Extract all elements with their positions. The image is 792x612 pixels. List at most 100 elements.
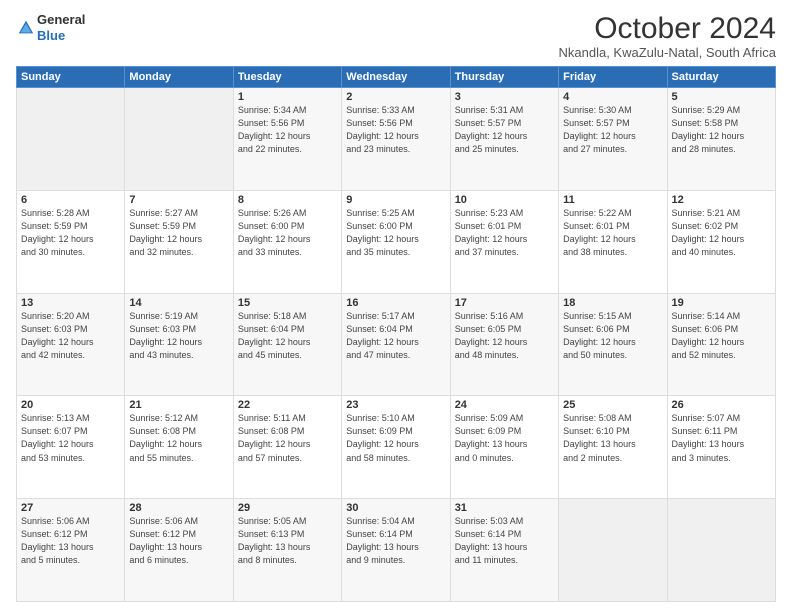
- day-detail: Sunrise: 5:33 AM Sunset: 5:56 PM Dayligh…: [346, 104, 445, 156]
- calendar-day-cell: 10Sunrise: 5:23 AM Sunset: 6:01 PM Dayli…: [450, 190, 558, 293]
- day-number: 16: [346, 297, 445, 309]
- day-detail: Sunrise: 5:20 AM Sunset: 6:03 PM Dayligh…: [21, 310, 120, 362]
- calendar-week-row: 20Sunrise: 5:13 AM Sunset: 6:07 PM Dayli…: [17, 396, 776, 499]
- calendar-day-cell: 23Sunrise: 5:10 AM Sunset: 6:09 PM Dayli…: [342, 396, 450, 499]
- day-number: 21: [129, 399, 228, 411]
- day-detail: Sunrise: 5:23 AM Sunset: 6:01 PM Dayligh…: [455, 207, 554, 259]
- header-day: Saturday: [667, 67, 775, 88]
- title-block: October 2024 Nkandla, KwaZulu-Natal, Sou…: [559, 12, 777, 60]
- day-detail: Sunrise: 5:30 AM Sunset: 5:57 PM Dayligh…: [563, 104, 662, 156]
- day-number: 7: [129, 194, 228, 206]
- day-number: 17: [455, 297, 554, 309]
- calendar-day-cell: 16Sunrise: 5:17 AM Sunset: 6:04 PM Dayli…: [342, 293, 450, 396]
- calendar-day-cell: 26Sunrise: 5:07 AM Sunset: 6:11 PM Dayli…: [667, 396, 775, 499]
- calendar-week-row: 13Sunrise: 5:20 AM Sunset: 6:03 PM Dayli…: [17, 293, 776, 396]
- calendar-day-cell: [17, 88, 125, 191]
- day-detail: Sunrise: 5:16 AM Sunset: 6:05 PM Dayligh…: [455, 310, 554, 362]
- day-number: 4: [563, 91, 662, 103]
- day-number: 5: [672, 91, 771, 103]
- header-day: Monday: [125, 67, 233, 88]
- calendar-day-cell: 17Sunrise: 5:16 AM Sunset: 6:05 PM Dayli…: [450, 293, 558, 396]
- calendar-day-cell: 25Sunrise: 5:08 AM Sunset: 6:10 PM Dayli…: [559, 396, 667, 499]
- calendar-week-row: 27Sunrise: 5:06 AM Sunset: 6:12 PM Dayli…: [17, 499, 776, 602]
- calendar-day-cell: 31Sunrise: 5:03 AM Sunset: 6:14 PM Dayli…: [450, 499, 558, 602]
- calendar-day-cell: 19Sunrise: 5:14 AM Sunset: 6:06 PM Dayli…: [667, 293, 775, 396]
- day-number: 9: [346, 194, 445, 206]
- day-detail: Sunrise: 5:14 AM Sunset: 6:06 PM Dayligh…: [672, 310, 771, 362]
- header-day: Wednesday: [342, 67, 450, 88]
- day-number: 24: [455, 399, 554, 411]
- day-detail: Sunrise: 5:06 AM Sunset: 6:12 PM Dayligh…: [21, 515, 120, 567]
- calendar-day-cell: 24Sunrise: 5:09 AM Sunset: 6:09 PM Dayli…: [450, 396, 558, 499]
- day-detail: Sunrise: 5:11 AM Sunset: 6:08 PM Dayligh…: [238, 412, 337, 464]
- day-number: 1: [238, 91, 337, 103]
- day-number: 18: [563, 297, 662, 309]
- calendar-body: 1Sunrise: 5:34 AM Sunset: 5:56 PM Daylig…: [17, 88, 776, 602]
- header-day: Tuesday: [233, 67, 341, 88]
- calendar-day-cell: 18Sunrise: 5:15 AM Sunset: 6:06 PM Dayli…: [559, 293, 667, 396]
- calendar-day-cell: 7Sunrise: 5:27 AM Sunset: 5:59 PM Daylig…: [125, 190, 233, 293]
- day-number: 13: [21, 297, 120, 309]
- day-number: 15: [238, 297, 337, 309]
- logo-icon: [17, 19, 35, 37]
- calendar-day-cell: 14Sunrise: 5:19 AM Sunset: 6:03 PM Dayli…: [125, 293, 233, 396]
- day-number: 26: [672, 399, 771, 411]
- calendar-day-cell: 2Sunrise: 5:33 AM Sunset: 5:56 PM Daylig…: [342, 88, 450, 191]
- day-detail: Sunrise: 5:25 AM Sunset: 6:00 PM Dayligh…: [346, 207, 445, 259]
- day-detail: Sunrise: 5:07 AM Sunset: 6:11 PM Dayligh…: [672, 412, 771, 464]
- day-detail: Sunrise: 5:09 AM Sunset: 6:09 PM Dayligh…: [455, 412, 554, 464]
- day-number: 27: [21, 502, 120, 514]
- calendar-day-cell: 1Sunrise: 5:34 AM Sunset: 5:56 PM Daylig…: [233, 88, 341, 191]
- header-row: SundayMondayTuesdayWednesdayThursdayFrid…: [17, 67, 776, 88]
- day-number: 14: [129, 297, 228, 309]
- logo: General Blue: [16, 12, 85, 43]
- calendar-day-cell: 30Sunrise: 5:04 AM Sunset: 6:14 PM Dayli…: [342, 499, 450, 602]
- day-detail: Sunrise: 5:08 AM Sunset: 6:10 PM Dayligh…: [563, 412, 662, 464]
- calendar-day-cell: 6Sunrise: 5:28 AM Sunset: 5:59 PM Daylig…: [17, 190, 125, 293]
- day-number: 22: [238, 399, 337, 411]
- calendar-week-row: 6Sunrise: 5:28 AM Sunset: 5:59 PM Daylig…: [17, 190, 776, 293]
- day-detail: Sunrise: 5:19 AM Sunset: 6:03 PM Dayligh…: [129, 310, 228, 362]
- day-number: 23: [346, 399, 445, 411]
- day-detail: Sunrise: 5:15 AM Sunset: 6:06 PM Dayligh…: [563, 310, 662, 362]
- logo-text: General Blue: [37, 12, 85, 43]
- day-detail: Sunrise: 5:05 AM Sunset: 6:13 PM Dayligh…: [238, 515, 337, 567]
- day-number: 30: [346, 502, 445, 514]
- day-detail: Sunrise: 5:34 AM Sunset: 5:56 PM Dayligh…: [238, 104, 337, 156]
- day-number: 6: [21, 194, 120, 206]
- calendar-day-cell: 28Sunrise: 5:06 AM Sunset: 6:12 PM Dayli…: [125, 499, 233, 602]
- calendar-day-cell: 29Sunrise: 5:05 AM Sunset: 6:13 PM Dayli…: [233, 499, 341, 602]
- calendar-day-cell: 5Sunrise: 5:29 AM Sunset: 5:58 PM Daylig…: [667, 88, 775, 191]
- calendar-day-cell: 8Sunrise: 5:26 AM Sunset: 6:00 PM Daylig…: [233, 190, 341, 293]
- page: General Blue October 2024 Nkandla, KwaZu…: [0, 0, 792, 612]
- day-detail: Sunrise: 5:06 AM Sunset: 6:12 PM Dayligh…: [129, 515, 228, 567]
- day-detail: Sunrise: 5:29 AM Sunset: 5:58 PM Dayligh…: [672, 104, 771, 156]
- day-number: 3: [455, 91, 554, 103]
- day-number: 12: [672, 194, 771, 206]
- day-detail: Sunrise: 5:21 AM Sunset: 6:02 PM Dayligh…: [672, 207, 771, 259]
- calendar-day-cell: 4Sunrise: 5:30 AM Sunset: 5:57 PM Daylig…: [559, 88, 667, 191]
- day-detail: Sunrise: 5:28 AM Sunset: 5:59 PM Dayligh…: [21, 207, 120, 259]
- day-detail: Sunrise: 5:13 AM Sunset: 6:07 PM Dayligh…: [21, 412, 120, 464]
- day-detail: Sunrise: 5:27 AM Sunset: 5:59 PM Dayligh…: [129, 207, 228, 259]
- day-detail: Sunrise: 5:17 AM Sunset: 6:04 PM Dayligh…: [346, 310, 445, 362]
- calendar-day-cell: 27Sunrise: 5:06 AM Sunset: 6:12 PM Dayli…: [17, 499, 125, 602]
- day-detail: Sunrise: 5:31 AM Sunset: 5:57 PM Dayligh…: [455, 104, 554, 156]
- calendar-day-cell: 21Sunrise: 5:12 AM Sunset: 6:08 PM Dayli…: [125, 396, 233, 499]
- calendar-day-cell: [559, 499, 667, 602]
- logo-blue: Blue: [37, 28, 65, 43]
- day-number: 29: [238, 502, 337, 514]
- month-title: October 2024: [559, 12, 777, 45]
- day-detail: Sunrise: 5:22 AM Sunset: 6:01 PM Dayligh…: [563, 207, 662, 259]
- calendar-day-cell: 20Sunrise: 5:13 AM Sunset: 6:07 PM Dayli…: [17, 396, 125, 499]
- day-number: 8: [238, 194, 337, 206]
- calendar-day-cell: [667, 499, 775, 602]
- header-day: Friday: [559, 67, 667, 88]
- calendar-week-row: 1Sunrise: 5:34 AM Sunset: 5:56 PM Daylig…: [17, 88, 776, 191]
- header-day: Thursday: [450, 67, 558, 88]
- day-number: 11: [563, 194, 662, 206]
- header-day: Sunday: [17, 67, 125, 88]
- day-number: 25: [563, 399, 662, 411]
- location: Nkandla, KwaZulu-Natal, South Africa: [559, 45, 777, 60]
- day-detail: Sunrise: 5:04 AM Sunset: 6:14 PM Dayligh…: [346, 515, 445, 567]
